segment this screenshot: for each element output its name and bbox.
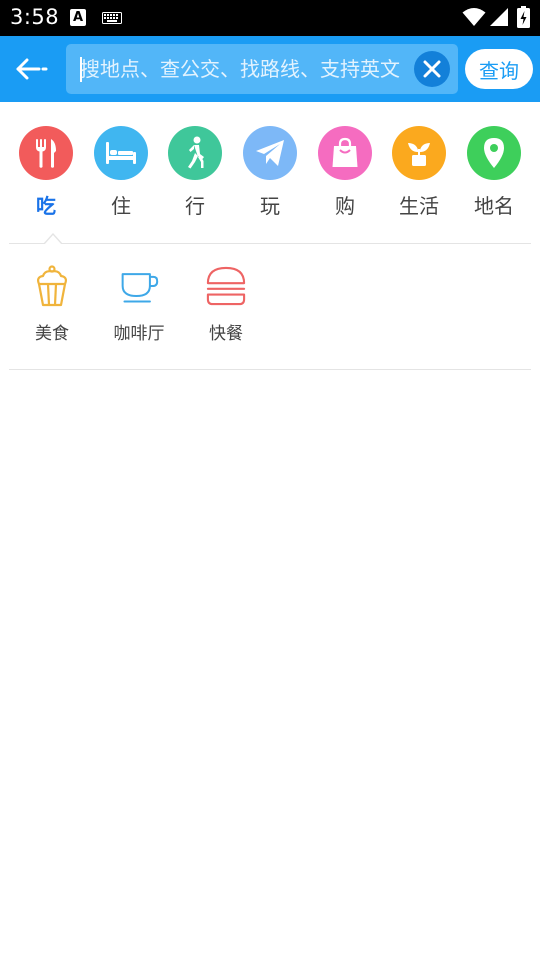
query-button[interactable]: 查询 <box>465 49 533 89</box>
burger-icon <box>206 266 246 306</box>
category-label: 地名 <box>474 194 514 218</box>
keyboard-icon <box>102 12 122 24</box>
wifi-icon <box>462 8 486 26</box>
cupcake-icon <box>37 265 67 307</box>
shopping-bag-icon <box>332 137 358 167</box>
back-arrow-icon <box>16 58 48 80</box>
bed-icon <box>106 142 136 164</box>
subcategory-fast-food[interactable]: 快餐 <box>182 264 270 348</box>
battery-icon <box>517 6 530 28</box>
status-bar: 3:58 A <box>0 0 540 36</box>
signal-icon <box>490 8 508 26</box>
subcategory-row: 美食 咖啡厅 快餐 <box>0 264 540 348</box>
subcategory-label: 咖啡厅 <box>113 324 165 344</box>
coffee-cup-icon <box>121 273 159 303</box>
category-label: 行 <box>185 194 205 218</box>
category-eat[interactable]: 吃 <box>9 126 83 222</box>
category-label: 购 <box>335 194 355 218</box>
subcategory-cafe[interactable]: 咖啡厅 <box>95 264 183 348</box>
text-cursor <box>80 57 82 82</box>
category-play[interactable]: 玩 <box>233 126 307 222</box>
category-label: 生活 <box>399 194 439 218</box>
search-box <box>66 44 458 94</box>
category-travel[interactable]: 行 <box>158 126 232 222</box>
status-time: 3:58 <box>10 5 60 29</box>
category-label: 吃 <box>36 194 56 218</box>
back-button[interactable] <box>14 52 50 86</box>
divider <box>9 369 531 370</box>
a-notification-icon: A <box>70 9 86 26</box>
search-input[interactable] <box>80 44 406 94</box>
search-header: 查询 <box>0 36 540 102</box>
paper-plane-icon <box>256 140 284 166</box>
category-life[interactable]: 生活 <box>382 126 456 222</box>
close-icon <box>423 60 441 78</box>
category-label: 住 <box>111 194 131 218</box>
subcategory-label: 美食 <box>35 324 69 344</box>
sprout-icon <box>408 143 430 166</box>
clear-button[interactable] <box>414 51 450 87</box>
category-place-name[interactable]: 地名 <box>457 126 531 222</box>
walking-person-icon <box>188 136 204 169</box>
subcategory-label: 快餐 <box>209 324 243 344</box>
fork-knife-icon <box>36 139 56 168</box>
category-shop[interactable]: 购 <box>308 126 382 222</box>
category-row: 吃 住 行 玩 购 生活 地名 <box>0 126 540 222</box>
location-pin-icon <box>484 138 504 168</box>
subcategory-food[interactable]: 美食 <box>8 264 96 348</box>
category-stay[interactable]: 住 <box>84 126 158 222</box>
divider <box>9 243 531 244</box>
category-label: 玩 <box>260 194 280 218</box>
